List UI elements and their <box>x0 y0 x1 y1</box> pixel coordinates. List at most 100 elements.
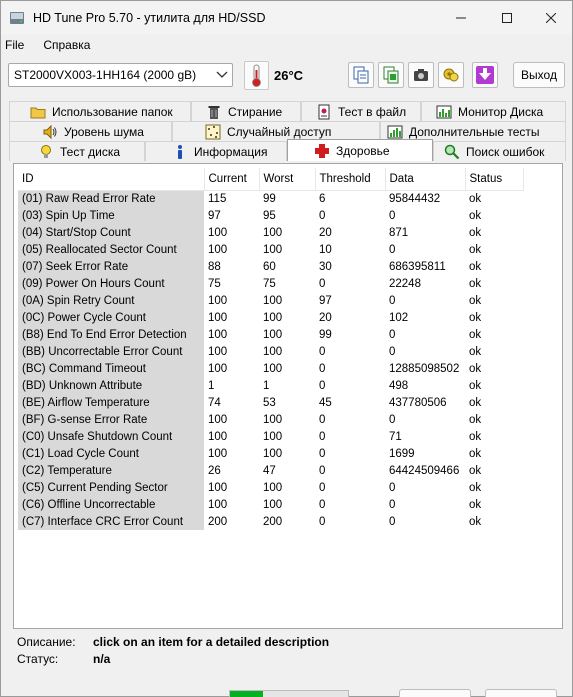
table-row[interactable]: (B8) End To End Error Detection 100 100 99 0… <box>18 326 523 343</box>
table-row[interactable]: (BC) Command Timeout 100 100 0 12885098502 ok <box>18 360 523 377</box>
status-button-right[interactable] <box>485 689 557 697</box>
table-row[interactable]: (C5) Current Pending Sector 100 100 0 0 ok <box>18 479 523 496</box>
cell-worst: 95 <box>263 209 276 222</box>
cell-current: 100 <box>208 498 228 511</box>
app-window: HD Tune Pro 5.70 - утилита для HD/SSD Fi… <box>0 0 573 697</box>
tab-error-scan[interactable]: Поиск ошибок <box>433 141 566 161</box>
description-row: Описание: <box>17 635 76 649</box>
cell-threshold: 30 <box>319 260 332 273</box>
tab-disk-test[interactable]: Тест диска <box>9 141 145 161</box>
chevron-down-icon <box>216 71 228 78</box>
table-row[interactable]: (07) Seek Error Rate 88 60 30 686395811 ok <box>18 258 523 275</box>
tab-information[interactable]: Информация <box>145 141 287 161</box>
table-row[interactable]: (C2) Temperature 26 47 0 64424509466 ok <box>18 462 523 479</box>
cell-data: 0 <box>389 515 396 528</box>
cell-id: (03) Spin Up Time <box>18 207 204 224</box>
cell-id: (C6) Offline Uncorrectable <box>18 496 204 513</box>
temperature-readout: 26°C <box>274 68 304 83</box>
status-button-left[interactable] <box>399 689 471 697</box>
progress-bar <box>229 690 349 697</box>
temperature-button[interactable] <box>244 61 269 90</box>
table-row[interactable]: (0C) Power Cycle Count 100 100 20 102 ok <box>18 309 523 326</box>
table-row[interactable]: (03) Spin Up Time 97 95 0 0 ok <box>18 207 523 224</box>
cell-status: ok <box>469 413 482 426</box>
column-header-worst[interactable]: Worst <box>259 168 316 191</box>
save-button[interactable] <box>472 62 498 88</box>
cell-data: 0 <box>389 345 396 358</box>
column-header-id[interactable]: ID <box>18 168 205 191</box>
tab-noise-level[interactable]: Уровень шума <box>9 121 172 141</box>
title-bar: HD Tune Pro 5.70 - утилита для HD/SSD <box>1 1 572 35</box>
tab-folder-usage[interactable]: Использование папок <box>9 101 191 121</box>
cell-threshold: 0 <box>319 362 326 375</box>
table-row[interactable]: (C1) Load Cycle Count 100 100 0 1699 ok <box>18 445 523 462</box>
options-button[interactable] <box>438 62 464 88</box>
table-row[interactable]: (C6) Offline Uncorrectable 100 100 0 0 ok <box>18 496 523 513</box>
exit-button[interactable]: Выход <box>513 62 565 88</box>
screenshot-button[interactable] <box>408 62 434 88</box>
tab-erase[interactable]: Стирание <box>191 101 301 121</box>
table-row[interactable]: (01) Raw Read Error Rate 115 99 6 95844432 ok <box>18 190 523 207</box>
cell-id: (BD) Unknown Attribute <box>18 377 204 394</box>
cell-data: 1699 <box>389 447 415 460</box>
menu-file[interactable]: File <box>5 38 31 52</box>
table-row[interactable]: (04) Start/Stop Count 100 100 20 871 ok <box>18 224 523 241</box>
cell-data: 0 <box>389 498 396 511</box>
tab-strip: Использование папок Стирание Тест в файл… <box>9 101 566 163</box>
copy-screen-button[interactable] <box>378 62 404 88</box>
cell-threshold: 10 <box>319 243 332 256</box>
cell-data: 0 <box>389 413 396 426</box>
options-icon <box>443 68 459 82</box>
cell-data: 498 <box>389 379 409 392</box>
cell-current: 100 <box>208 328 228 341</box>
cell-id: (B8) End To End Error Detection <box>18 326 204 343</box>
column-header-data[interactable]: Data <box>385 168 466 191</box>
drive-select-value: ST2000VX003-1HH164 (2000 gB) <box>14 68 197 82</box>
table-row[interactable]: (C0) Unsafe Shutdown Count 100 100 0 71 ok <box>18 428 523 445</box>
table-row[interactable]: (0A) Spin Retry Count 100 100 97 0 ok <box>18 292 523 309</box>
thermometer-icon <box>252 64 261 87</box>
cell-id: (C7) Interface CRC Error Count <box>18 513 204 530</box>
cell-status: ok <box>469 362 482 375</box>
cell-id: (07) Seek Error Rate <box>18 258 204 275</box>
cell-id: (C1) Load Cycle Count <box>18 445 204 462</box>
cell-id: (0C) Power Cycle Count <box>18 309 204 326</box>
cell-current: 74 <box>208 396 221 409</box>
tab-health[interactable]: Здоровье <box>287 139 433 161</box>
tab-disk-monitor[interactable]: Монитор Диска <box>421 101 566 121</box>
cell-status: ok <box>469 515 482 528</box>
copy-text-button[interactable] <box>348 62 374 88</box>
cell-threshold: 0 <box>319 379 326 392</box>
table-row[interactable]: (05) Reallocated Sector Count 100 100 10 0 ok <box>18 241 523 258</box>
close-button[interactable] <box>528 1 573 35</box>
tab-extra-tests[interactable]: Дополнительные тесты <box>380 121 566 141</box>
table-row[interactable]: (C7) Interface CRC Error Count 200 200 0 0 ok <box>18 513 523 530</box>
table-row[interactable]: (BD) Unknown Attribute 1 1 0 498 ok <box>18 377 523 394</box>
status-label: Статус: <box>17 652 59 666</box>
cell-current: 26 <box>208 464 221 477</box>
column-header-status[interactable]: Status <box>465 168 524 191</box>
cell-threshold: 0 <box>319 498 326 511</box>
file-test-icon <box>318 104 330 119</box>
maximize-button[interactable] <box>484 1 530 35</box>
cell-worst: 99 <box>263 192 276 205</box>
table-row[interactable]: (BF) G-sense Error Rate 100 100 0 0 ok <box>18 411 523 428</box>
column-header-current[interactable]: Current <box>204 168 260 191</box>
cell-threshold: 45 <box>319 396 332 409</box>
table-row[interactable]: (BB) Uncorrectable Error Count 100 100 0 0 ok <box>18 343 523 360</box>
cell-id: (BF) G-sense Error Rate <box>18 411 204 428</box>
smart-table: ID Current Worst Threshold Data Status (… <box>18 168 524 530</box>
tab-random-access[interactable]: Случайный доступ <box>172 121 380 141</box>
cell-status: ok <box>469 498 482 511</box>
drive-select[interactable]: ST2000VX003-1HH164 (2000 gB) <box>8 63 233 87</box>
menu-help[interactable]: Справка <box>43 38 97 52</box>
column-header-threshold[interactable]: Threshold <box>315 168 386 191</box>
tab-file-test[interactable]: Тест в файл <box>301 101 421 121</box>
table-row[interactable]: (09) Power On Hours Count 75 75 0 22248 ok <box>18 275 523 292</box>
copy-screen-icon <box>383 66 399 84</box>
cell-threshold: 0 <box>319 277 326 290</box>
table-row[interactable]: (BE) Airflow Temperature 74 53 45 437780506 o… <box>18 394 523 411</box>
minimize-button[interactable] <box>438 1 484 35</box>
cell-id: (05) Reallocated Sector Count <box>18 241 204 258</box>
cell-status: ok <box>469 226 482 239</box>
